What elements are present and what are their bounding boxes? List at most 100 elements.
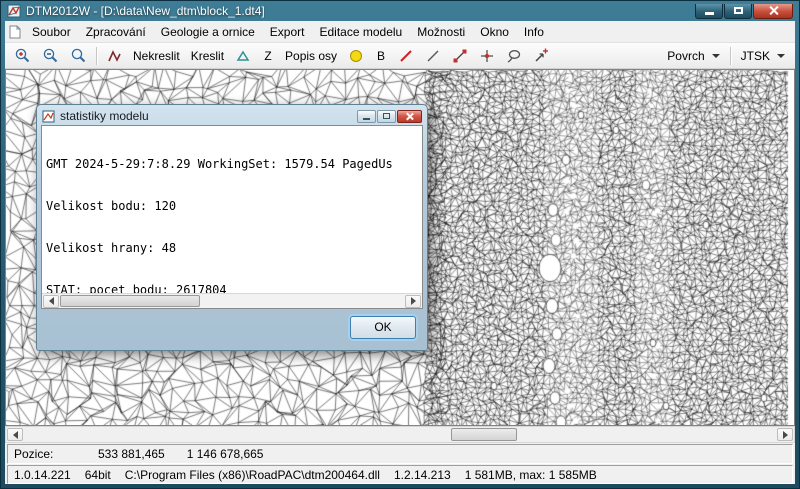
status-bar-position: Pozice: 533 881,465 1 146 678,665 [7,444,793,464]
b-button[interactable]: B [370,45,392,66]
povrch-combo[interactable]: Povrch [661,45,725,66]
arrow-right-icon [783,431,788,439]
jtsk-combo[interactable]: JTSK [735,45,791,66]
triangle-icon [235,48,251,64]
z-button[interactable]: Z [257,45,279,66]
zoom-window-button[interactable] [65,45,92,66]
app-version: 1.0.14.221 [14,468,71,482]
drawing-area: statistiky modelu GMT 2024-5-29:7:8.29 W… [5,69,795,426]
dialog-close-button[interactable] [397,110,422,123]
undo-zigzag-icon [106,48,122,64]
nekreslit-button[interactable]: Nekreslit [128,45,185,66]
minimize-button[interactable] [695,4,723,19]
zoom-out-button[interactable] [37,45,64,66]
crosshair-button[interactable] [474,45,500,66]
zoom-in-button[interactable] [9,45,36,66]
dialog-title-bar[interactable]: statistiky modelu [41,107,423,125]
scroll-left-button[interactable] [43,295,59,308]
title-bar[interactable]: DTM2012W - [D:\data\New_dtm\block_1.dt4] [1,1,799,21]
lasso-button[interactable] [501,45,527,66]
menu-geologie-a-ornice[interactable]: Geologie a ornice [154,22,262,42]
dialog-footer: OK [41,309,423,345]
kreslit-label: Kreslit [191,49,224,63]
dialog-maximize-button[interactable] [377,110,396,123]
lasso-icon [506,48,522,64]
line-button[interactable] [420,45,446,66]
arrow-left-icon [13,431,18,439]
scroll-right-button[interactable] [777,428,793,441]
window-content: Soubor Zpracování Geologie a ornice Expo… [5,21,795,484]
chevron-down-icon [712,54,720,58]
menu-okno[interactable]: Okno [473,22,516,42]
b-label: B [377,49,385,63]
triangle-mode-button[interactable] [230,45,256,66]
dll-path: C:\Program Files (x86)\RoadPAC\dtm200464… [125,468,380,482]
dialog-minimize-button[interactable] [357,110,376,123]
minimize-icon [363,118,370,120]
coordinate-y-value: 1 146 678,665 [187,447,264,461]
zoom-window-icon [70,47,87,64]
add-point-button[interactable] [528,45,554,66]
statistics-dialog: statistiky modelu GMT 2024-5-29:7:8.29 W… [36,104,428,351]
close-button[interactable] [753,4,793,19]
scroll-right-button[interactable] [405,295,421,308]
memory-usage: 1 581MB, max: 1 585MB [465,468,597,482]
maximize-button[interactable] [724,4,752,19]
app-window: DTM2012W - [D:\data\New_dtm\block_1.dt4]… [0,0,800,489]
z-label: Z [264,49,271,63]
zoom-in-icon [14,47,31,64]
dialog-icon [42,110,55,123]
popis-osy-button[interactable]: Popis osy [280,45,342,66]
scroll-left-button[interactable] [7,428,23,441]
dialog-horizontal-scrollbar[interactable] [42,293,422,308]
status-bar-info: 1.0.14.221 64bit C:\Program Files (x86)\… [7,465,793,484]
jtsk-label: JTSK [741,49,770,63]
povrch-label: Povrch [667,49,704,63]
minimize-icon [705,12,714,15]
red-line-icon [398,48,414,64]
point-marker-button[interactable] [343,45,369,66]
close-icon [406,113,413,120]
close-icon [769,6,778,15]
zoom-out-icon [42,47,59,64]
app-icon [7,4,21,18]
undo-button[interactable] [101,45,127,66]
ok-button[interactable]: OK [350,316,416,339]
menu-zpracovani[interactable]: Zpracování [79,22,153,42]
menu-moznosti[interactable]: Možnosti [410,22,472,42]
chevron-down-icon [777,54,785,58]
stat-line: GMT 2024-5-29:7:8.29 WorkingSet: 1579.54… [46,157,422,171]
stat-line: Velikost hrany: 48 [46,241,422,255]
coordinate-x-value: 533 881,465 [98,447,165,461]
canvas-horizontal-scrollbar[interactable] [5,426,795,443]
kreslit-button[interactable]: Kreslit [186,45,229,66]
popis-osy-label: Popis osy [285,49,337,63]
crosshair-icon [479,48,495,64]
edit-edge-button[interactable] [447,45,473,66]
arrow-right-icon [411,297,416,305]
edge-nodes-icon [452,48,468,64]
scrollbar-thumb[interactable] [451,428,517,441]
dll-version: 1.2.14.213 [394,468,451,482]
scrollbar-thumb[interactable] [60,295,200,307]
maximize-icon [734,7,743,14]
nekreslit-label: Nekreslit [133,49,180,63]
mdi-document-icon [9,25,21,39]
menu-info[interactable]: Info [517,22,551,42]
arrow-plus-icon [533,48,549,64]
dialog-title: statistiky modelu [60,109,149,123]
toolbar-separator [96,47,97,65]
menu-export[interactable]: Export [263,22,312,42]
menu-editace-modelu[interactable]: Editace modelu [312,22,409,42]
red-line-button[interactable] [393,45,419,66]
stat-line: Velikost bodu: 120 [46,199,422,213]
window-title: DTM2012W - [D:\data\New_dtm\block_1.dt4] [26,4,265,18]
menu-soubor[interactable]: Soubor [25,22,78,42]
menu-bar: Soubor Zpracování Geologie a ornice Expo… [5,21,795,43]
arrow-left-icon [49,297,54,305]
pozice-label: Pozice: [14,447,76,461]
toolbar-separator [730,47,731,65]
gray-line-icon [425,48,441,64]
maximize-icon [383,113,390,119]
statistics-text-panel: GMT 2024-5-29:7:8.29 WorkingSet: 1579.54… [41,125,423,309]
